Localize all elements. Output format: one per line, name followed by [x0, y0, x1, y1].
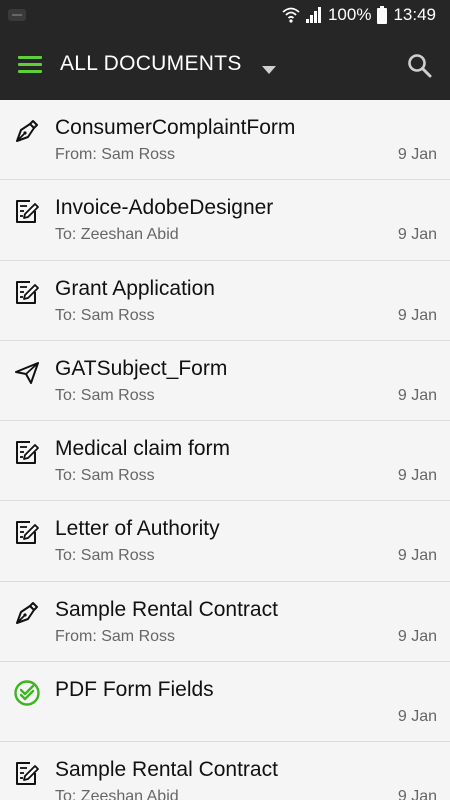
- list-item[interactable]: Sample Rental Contract From: Sam Ross 9 …: [0, 581, 450, 663]
- caret-down-icon[interactable]: [262, 61, 276, 74]
- page-title[interactable]: ALL DOCUMENTS: [60, 52, 242, 76]
- list-item[interactable]: PDF Form Fields 9 Jan: [0, 662, 450, 743]
- document-title: Sample Rental Contract: [55, 597, 278, 621]
- wifi-icon: [282, 7, 300, 23]
- list-item[interactable]: ConsumerComplaintForm From: Sam Ross 9 J…: [0, 100, 450, 181]
- document-date: 9 Jan: [397, 226, 437, 244]
- list-item[interactable]: Grant Application To: Sam Ross 9 Jan: [0, 260, 450, 341]
- completed-check-icon: [13, 679, 41, 707]
- list-item[interactable]: Letter of Authority To: Sam Ross 9 Jan: [0, 501, 450, 582]
- document-date: 9 Jan: [397, 386, 437, 404]
- pen-nib-icon: [13, 599, 41, 627]
- document-date: 9 Jan: [397, 146, 437, 163]
- document-title: ConsumerComplaintForm: [55, 116, 296, 139]
- document-date: 9 Jan: [397, 788, 437, 800]
- notification-icon: [8, 9, 26, 21]
- signal-icon: [305, 7, 322, 23]
- edit-document-icon: [13, 518, 41, 546]
- battery-icon: [377, 6, 388, 24]
- pen-nib-icon: [13, 117, 41, 145]
- document-title: Grant Application: [55, 276, 215, 300]
- search-icon[interactable]: [406, 52, 434, 80]
- document-sender: From: Sam Ross: [55, 627, 176, 645]
- document-recipient: To: Zeeshan Abid: [55, 788, 179, 800]
- document-recipient: To: Sam Ross: [55, 547, 155, 565]
- edit-document-icon: [13, 438, 41, 466]
- document-date: 9 Jan: [397, 467, 437, 485]
- list-item[interactable]: Medical claim form To: Sam Ross 9 Jan: [0, 421, 450, 502]
- edit-document-icon: [13, 197, 41, 225]
- edit-document-icon: [13, 759, 41, 787]
- list-item[interactable]: Invoice-AdobeDesigner To: Zeeshan Abid 9…: [0, 180, 450, 261]
- document-list: ConsumerComplaintForm From: Sam Ross 9 J…: [0, 100, 450, 800]
- battery-percent: 100%: [327, 5, 372, 24]
- document-recipient: To: Sam Ross: [55, 386, 155, 404]
- clock: 13:49: [393, 5, 436, 24]
- document-recipient: To: Sam Ross: [55, 467, 155, 485]
- document-title: GATSubject_Form: [55, 356, 228, 380]
- document-date: 9 Jan: [397, 547, 437, 565]
- document-date: 9 Jan: [397, 627, 437, 645]
- status-bar: 100% 13:49: [0, 0, 450, 30]
- document-sender: From: Sam Ross: [55, 146, 176, 163]
- document-recipient: To: Sam Ross: [55, 306, 155, 324]
- edit-document-icon: [13, 278, 41, 306]
- document-recipient: To: Zeeshan Abid: [55, 226, 179, 244]
- document-date: 9 Jan: [397, 306, 437, 324]
- list-item[interactable]: Sample Rental Contract To: Zeeshan Abid …: [0, 742, 450, 800]
- paper-plane-icon: [13, 358, 41, 386]
- document-title: Letter of Authority: [55, 517, 220, 541]
- status-indicators: 100% 13:49: [282, 5, 436, 25]
- list-item[interactable]: GATSubject_Form To: Sam Ross 9 Jan: [0, 340, 450, 422]
- document-title: Invoice-AdobeDesigner: [55, 196, 274, 220]
- app-bar: ALL DOCUMENTS: [0, 30, 450, 100]
- hamburger-menu-icon[interactable]: [18, 56, 42, 74]
- document-title: Medical claim form: [55, 437, 231, 461]
- document-title: Sample Rental Contract: [55, 758, 278, 782]
- document-date: 9 Jan: [397, 708, 437, 726]
- document-title: PDF Form Fields: [55, 678, 214, 702]
